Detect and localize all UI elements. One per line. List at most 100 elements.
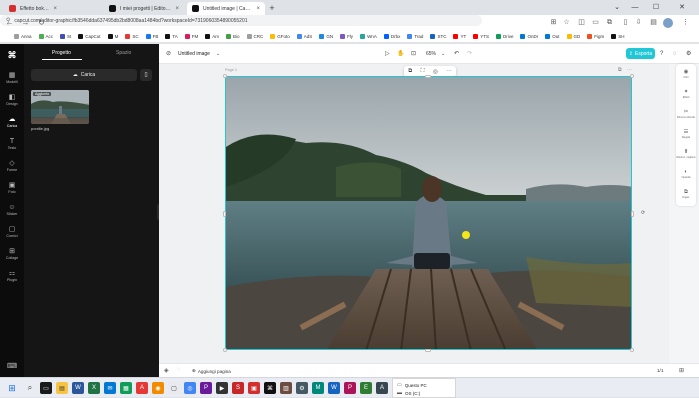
bookmark-item[interactable]: CRC [246, 33, 263, 39]
excel-icon[interactable]: X [88, 382, 100, 394]
bookmark-item[interactable]: Anna [14, 33, 32, 39]
fit-canvas-icon[interactable]: ⊡ [411, 49, 416, 59]
browser-tab[interactable]: I miei progetti | Editor onli... × [104, 2, 184, 15]
bookmark-item[interactable]: Bio [226, 33, 240, 39]
app-e-icon[interactable]: E [360, 382, 372, 394]
bookmark-item[interactable]: YTS [473, 33, 489, 39]
select-tool-icon[interactable]: ▷ [385, 49, 390, 59]
bookmark-item[interactable]: SC [125, 33, 139, 39]
bookmark-item[interactable]: CapCut [78, 33, 101, 39]
right-tool-item[interactable]: ✦ Effetti [676, 84, 696, 104]
close-tab-icon[interactable]: × [256, 6, 260, 12]
bookmark-item[interactable]: FM [184, 33, 198, 39]
rail-item-cornici[interactable]: ▢ Cornici [0, 222, 24, 242]
bookmark-item[interactable]: WnA [360, 33, 377, 39]
calculator-icon[interactable]: ▦ [120, 382, 132, 394]
comments-icon[interactable]: ◌ [673, 49, 677, 59]
bookmark-item[interactable]: Drbx [383, 33, 400, 39]
upload-from-phone-button[interactable]: ▯ [140, 69, 152, 81]
app-s-icon[interactable]: S [232, 382, 244, 394]
grid-view-icon[interactable]: ⊞ [679, 367, 684, 374]
bookmark-item[interactable]: YT [453, 33, 466, 39]
forward-icon[interactable]: → [20, 17, 31, 28]
resize-handle[interactable] [630, 348, 634, 352]
tab-space[interactable]: Spazio [116, 50, 131, 56]
reload-icon[interactable]: ↻ [36, 17, 47, 28]
add-page-button[interactable]: ⊕ Aggiungi pagina [192, 367, 231, 375]
bookmark-star-icon[interactable]: ☆ [561, 17, 572, 28]
settings-gear-icon[interactable]: ⚙ [686, 49, 691, 59]
pdf-reader-icon[interactable]: A [136, 382, 148, 394]
cast-icon[interactable]: ▭ [590, 17, 601, 28]
canvas-image[interactable] [225, 76, 632, 350]
zoom-level[interactable]: 65% [426, 51, 436, 57]
right-tool-item[interactable]: ✂ Rimuovi sfondo [676, 104, 696, 124]
help-icon[interactable]: ? [660, 49, 663, 59]
terminal-icon[interactable]: ▶ [216, 382, 228, 394]
profile-avatar[interactable] [663, 17, 673, 28]
title-dropdown-icon[interactable]: ⌄ [216, 49, 220, 59]
rail-item-foto[interactable]: ▣ Foto [0, 178, 24, 198]
resize-handle[interactable] [223, 348, 227, 352]
bookmark-item[interactable]: FB [145, 33, 158, 39]
crop-icon[interactable]: ⧉ [408, 68, 412, 75]
translate-icon[interactable]: ⊞ [548, 17, 559, 28]
resize-handle[interactable] [425, 349, 431, 352]
back-icon[interactable]: ← [4, 17, 15, 28]
archive-icon[interactable]: ▥ [280, 382, 292, 394]
browser-tab[interactable]: Effetto bokeh: cos'è e come si... × [4, 2, 62, 15]
explorer-item[interactable]: ▬ OS (C:) [393, 389, 455, 397]
mail-icon[interactable]: ✉ [104, 382, 116, 394]
bookmark-item[interactable]: STC [430, 33, 446, 39]
bookmark-item[interactable]: Fly [340, 33, 353, 39]
reading-list-icon[interactable]: ▤ [648, 17, 659, 28]
tab-project[interactable]: Progetto [52, 50, 71, 56]
mask-icon[interactable]: ◎ [433, 69, 438, 75]
rail-item-plugin[interactable]: ⚏ Plugin [0, 266, 24, 286]
tab-search-icon[interactable]: ⌄ [608, 2, 626, 13]
app-p-icon[interactable]: P [344, 382, 356, 394]
start-windows-icon[interactable]: ⊞ [6, 382, 18, 394]
bookmark-item[interactable]: Out [545, 33, 560, 39]
bookmark-item[interactable]: Trad [407, 33, 423, 39]
bookmark-item[interactable]: SH [611, 33, 625, 39]
resize-handle[interactable] [631, 211, 634, 217]
task-view-icon[interactable]: ▭ [40, 382, 52, 394]
rail-item-forme[interactable]: ◇ Forme [0, 156, 24, 176]
download-icon[interactable]: ⇩ [633, 17, 644, 28]
explorer-item[interactable]: ▭ Questo PC [393, 381, 455, 389]
bookmark-item[interactable]: Acc [38, 33, 53, 39]
bookmark-item[interactable]: Drive [495, 33, 513, 39]
sidebar-icon[interactable]: ▯ [620, 17, 631, 28]
keyboard-shortcuts-icon[interactable]: ⌨ [6, 362, 18, 372]
right-tool-item[interactable]: ☰ Regola [676, 124, 696, 144]
capcut-logo-icon[interactable]: ⌘ [6, 50, 18, 60]
hand-tool-icon[interactable]: ✋ [397, 49, 404, 59]
resize-handle[interactable] [223, 74, 227, 78]
upload-button[interactable]: ☁ Carica [31, 69, 137, 81]
rail-item-carica[interactable]: ☁ Carica [0, 112, 24, 132]
bookmark-item[interactable]: Figm [587, 33, 604, 39]
settings-app-icon[interactable]: ⚙ [296, 382, 308, 394]
asset-thumbnail[interactable]: Aggiunto [31, 90, 89, 124]
redo-icon[interactable]: ↷ [467, 49, 472, 59]
notepad-icon[interactable]: ▢ [168, 382, 180, 394]
hint-icon[interactable]: ◌ [177, 367, 181, 373]
browser-tab-active[interactable]: Untitled image | CapCut × [187, 2, 265, 15]
resize-handle[interactable] [223, 211, 226, 217]
resize-handle[interactable] [630, 74, 634, 78]
close-window-icon[interactable]: ✕ [673, 2, 691, 13]
media-player-icon[interactable]: ▣ [248, 382, 260, 394]
extension-icon[interactable]: ◫ [576, 17, 587, 28]
flip-icon[interactable]: ⛶ [421, 68, 425, 75]
close-tab-icon[interactable]: × [53, 6, 57, 12]
export-button[interactable]: ⇪ Esporta [626, 48, 655, 59]
bookmark-item[interactable]: M [107, 33, 118, 39]
zoom-dropdown-icon[interactable]: ⌄ [441, 49, 445, 59]
document-title[interactable]: Untitled image [178, 51, 210, 57]
rail-item-modelli[interactable]: ▦ Modelli [0, 68, 24, 88]
bookmark-item[interactable]: Am [205, 33, 219, 39]
right-tool-item[interactable]: ◐ Opacità [676, 164, 696, 184]
right-tool-item[interactable]: ⬆ Risoluz. migliore [676, 144, 696, 164]
bookmark-item[interactable]: OnDr [520, 33, 538, 39]
